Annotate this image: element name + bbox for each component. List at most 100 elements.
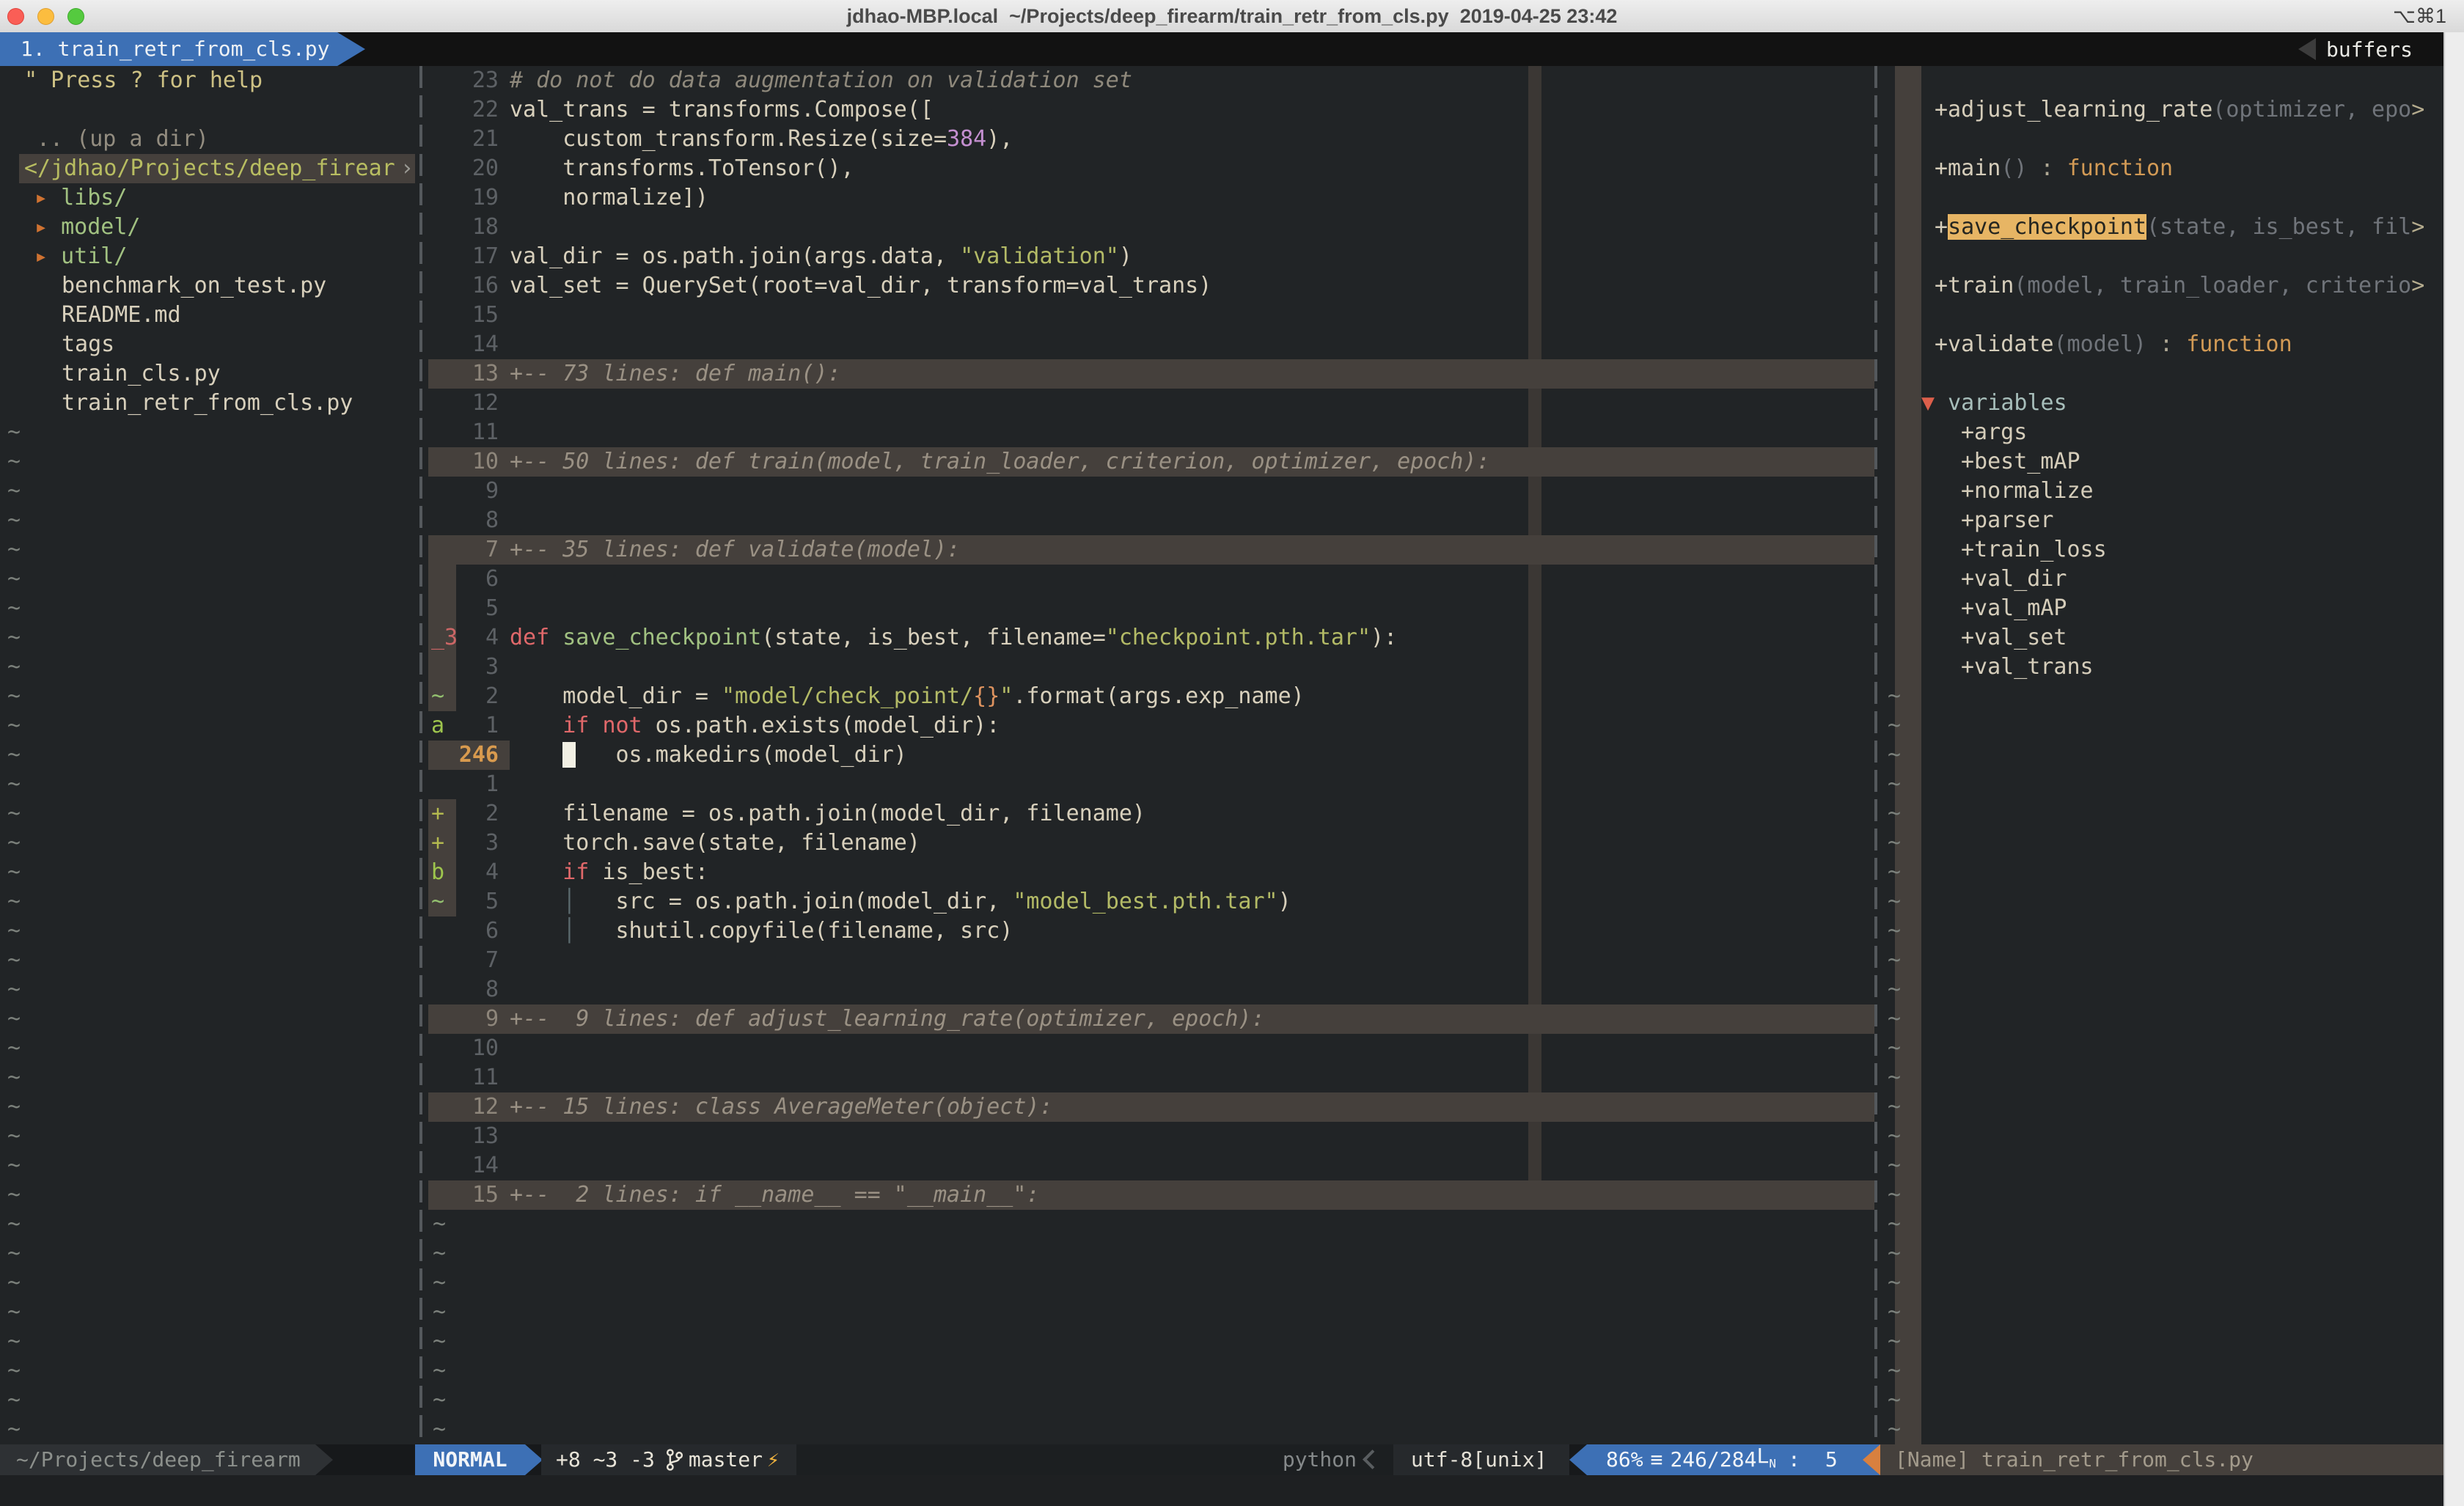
line-number: 22 bbox=[456, 95, 499, 125]
line-number: 5 bbox=[456, 594, 499, 623]
code-line[interactable]: 6 bbox=[428, 565, 1874, 594]
nerdtree-filler: ~ bbox=[0, 975, 415, 1004]
fold-line[interactable]: 15+-- 2 lines: if __name__ == "__main__"… bbox=[428, 1180, 1874, 1210]
code-line[interactable]: 7 bbox=[428, 946, 1874, 975]
nerdtree-item-help[interactable]: " Press ? for help bbox=[0, 66, 415, 95]
tagbar-item-var[interactable]: +best_mAP bbox=[1882, 447, 2443, 477]
code-line[interactable]: 8 bbox=[428, 975, 1874, 1004]
nerdtree-filler: ~ bbox=[0, 594, 415, 623]
tagbar-item-var[interactable]: +val_dir bbox=[1882, 565, 2443, 594]
nerdtree-item-dir[interactable]: ▸ util/ bbox=[0, 242, 415, 271]
editor-filler: ~ bbox=[428, 1210, 1874, 1239]
code-line[interactable]: 22val_trans = transforms.Compose([ bbox=[428, 95, 1874, 125]
code-line[interactable]: +2 filename = os.path.join(model_dir, fi… bbox=[428, 799, 1874, 829]
fold-line[interactable]: 12+-- 15 lines: class AverageMeter(objec… bbox=[428, 1092, 1874, 1122]
code-line[interactable]: 21 custom_transform.Resize(size=384), bbox=[428, 125, 1874, 154]
line-number: 9 bbox=[456, 1004, 499, 1034]
nerdtree-item-dir[interactable]: ▸ model/ bbox=[0, 213, 415, 242]
tagbar-item-var[interactable]: +val_trans bbox=[1882, 653, 2443, 682]
code-line[interactable]: 18 bbox=[428, 213, 1874, 242]
nerdtree-item-file[interactable]: benchmark_on_test.py bbox=[0, 271, 415, 301]
window-separator[interactable] bbox=[1874, 66, 1877, 1444]
code-line[interactable]: 5 bbox=[428, 594, 1874, 623]
code-line[interactable]: 19 normalize]) bbox=[428, 183, 1874, 213]
code-line[interactable]: ~5 │ src = os.path.join(model_dir, "mode… bbox=[428, 887, 1874, 917]
line-number: 9 bbox=[456, 477, 499, 506]
fold-line[interactable]: 13+-- 73 lines: def main(): bbox=[428, 359, 1874, 389]
line-number: 11 bbox=[456, 1063, 499, 1092]
hunks-summary: +8 ~3 -3 bbox=[556, 1444, 655, 1475]
code-line[interactable]: 3 bbox=[428, 653, 1874, 682]
nerdtree-filler: ~ bbox=[0, 1122, 415, 1151]
scrollbar[interactable] bbox=[2443, 32, 2464, 1506]
nerdtree-item-updir[interactable]: .. (up a dir) bbox=[0, 125, 415, 154]
code-line[interactable]: 17val_dir = os.path.join(args.data, "val… bbox=[428, 242, 1874, 271]
nerdtree-item-root[interactable]: </jdhao/Projects/deep_firear› bbox=[19, 154, 415, 183]
nerdtree-item-file[interactable]: train_retr_from_cls.py bbox=[0, 389, 415, 418]
tagbar-item-tag[interactable]: +save_checkpoint(state, is_best, fil> bbox=[1882, 213, 2443, 242]
nerdtree-item-file[interactable]: train_cls.py bbox=[0, 359, 415, 389]
code-line[interactable]: 13 bbox=[428, 1122, 1874, 1151]
code-line[interactable]: 9 bbox=[428, 477, 1874, 506]
code-line[interactable]: +3 torch.save(state, filename) bbox=[428, 829, 1874, 858]
code-line[interactable]: 23# do not do data augmentation on valid… bbox=[428, 66, 1874, 95]
editor-filler: ~ bbox=[428, 1268, 1874, 1298]
code-line[interactable]: 10 bbox=[428, 1034, 1874, 1063]
tagbar-item-var[interactable]: +normalize bbox=[1882, 477, 2443, 506]
code-line[interactable]: 16val_set = QuerySet(root=val_dir, trans… bbox=[428, 271, 1874, 301]
nerdtree-item-file[interactable]: README.md bbox=[0, 301, 415, 330]
tagbar-filler: ~ bbox=[1882, 1268, 2443, 1298]
code-line[interactable]: ~2 model_dir = "model/check_point/{}".fo… bbox=[428, 682, 1874, 711]
nerdtree-filler: ~ bbox=[0, 1180, 415, 1210]
line-number: 246 bbox=[456, 741, 499, 770]
code-line[interactable]: 20 transforms.ToTensor(), bbox=[428, 154, 1874, 183]
fold-line[interactable]: 10+-- 50 lines: def train(model, train_l… bbox=[428, 447, 1874, 477]
code-line[interactable]: 6 │ shutil.copyfile(filename, src) bbox=[428, 917, 1874, 946]
line-number: 11 bbox=[456, 418, 499, 447]
tagbar-filler: ~ bbox=[1882, 1151, 2443, 1180]
tagbar-item-var[interactable]: +train_loss bbox=[1882, 535, 2443, 565]
line-number: 14 bbox=[456, 330, 499, 359]
line-number: 14 bbox=[456, 1151, 499, 1180]
tagbar-item-var[interactable]: +parser bbox=[1882, 506, 2443, 535]
gutter-sign: b bbox=[431, 858, 444, 887]
nerdtree-filler: ~ bbox=[0, 1239, 415, 1268]
tagbar-item-tag[interactable]: +main() : function bbox=[1882, 154, 2443, 183]
tagbar-item-tag[interactable]: +train(model, train_loader, criterio> bbox=[1882, 271, 2443, 301]
nerdtree-filler: ~ bbox=[0, 858, 415, 887]
code-line[interactable]: 15 bbox=[428, 301, 1874, 330]
editor-panel: 23# do not do data augmentation on valid… bbox=[428, 66, 1874, 1444]
dirty-flag-icon: ⚡ bbox=[767, 1444, 780, 1475]
code-line[interactable]: 11 bbox=[428, 1063, 1874, 1092]
nerdtree-item-dir[interactable]: ▸ libs/ bbox=[0, 183, 415, 213]
code-line[interactable]: 8 bbox=[428, 506, 1874, 535]
code-line[interactable]: 11 bbox=[428, 418, 1874, 447]
code-line[interactable]: _34def save_checkpoint(state, is_best, f… bbox=[428, 623, 1874, 653]
tagbar-item-tag[interactable]: +validate(model) : function bbox=[1882, 330, 2443, 359]
window-separator[interactable] bbox=[419, 66, 422, 1444]
tagbar-filler: ~ bbox=[1882, 1356, 2443, 1386]
buffer-tab[interactable]: 1. train_retr_from_cls.py bbox=[0, 32, 337, 66]
fold-line[interactable]: 7+-- 35 lines: def validate(model): bbox=[428, 535, 1874, 565]
tagbar-filler: ~ bbox=[1882, 1386, 2443, 1415]
fold-line[interactable]: 9+-- 9 lines: def adjust_learning_rate(o… bbox=[428, 1004, 1874, 1034]
code-line[interactable]: 14 bbox=[428, 1151, 1874, 1180]
code-line[interactable]: 12 bbox=[428, 389, 1874, 418]
nerdtree-item-file[interactable]: tags bbox=[0, 330, 415, 359]
tagbar-item-var[interactable]: +val_set bbox=[1882, 623, 2443, 653]
tagbar-filler: ~ bbox=[1882, 858, 2443, 887]
code-line[interactable]: 14 bbox=[428, 330, 1874, 359]
column-number: 5 bbox=[1825, 1444, 1838, 1475]
code-line[interactable]: a1 if not os.path.exists(model_dir): bbox=[428, 711, 1874, 741]
code-line[interactable]: b4 if is_best: bbox=[428, 858, 1874, 887]
gutter-sign: + bbox=[431, 829, 444, 858]
nerdtree-filler: ~ bbox=[0, 1356, 415, 1386]
nerdtree-filler: ~ bbox=[0, 1268, 415, 1298]
tagbar-item-header[interactable]: ▼ variables bbox=[1882, 389, 2443, 418]
code-line[interactable]: 1 bbox=[428, 770, 1874, 799]
tagbar-item-var[interactable]: +args bbox=[1882, 418, 2443, 447]
left-triangle-icon bbox=[2298, 38, 2316, 60]
code-line[interactable]: 246 os.makedirs(model_dir) bbox=[428, 741, 1874, 770]
tagbar-item-tag[interactable]: +adjust_learning_rate(optimizer, epo> bbox=[1882, 95, 2443, 125]
tagbar-item-var[interactable]: +val_mAP bbox=[1882, 594, 2443, 623]
